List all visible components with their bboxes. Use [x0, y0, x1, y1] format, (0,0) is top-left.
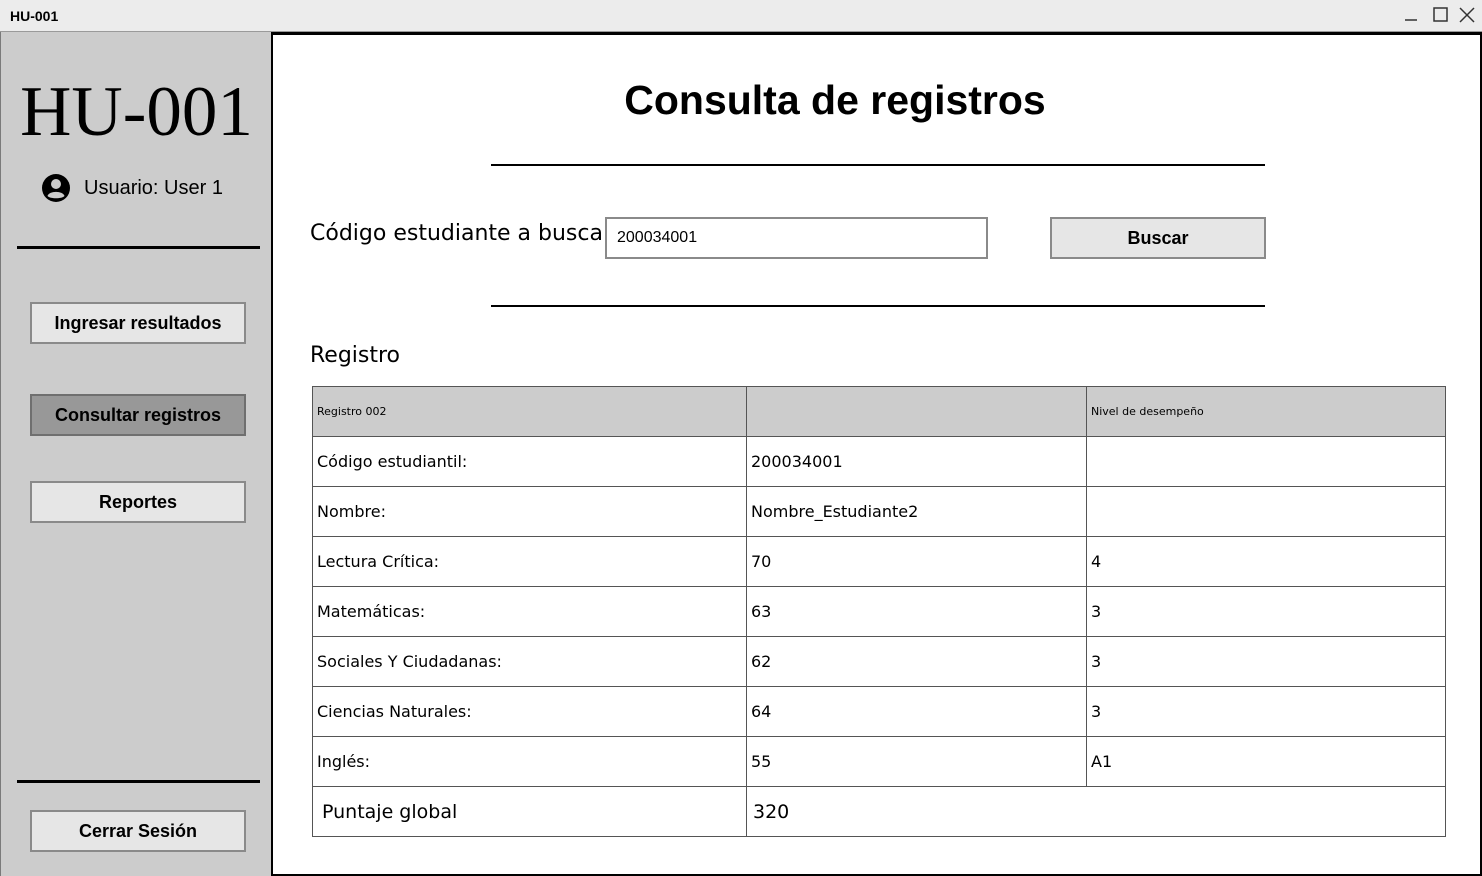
- page-title: Consulta de registros: [624, 77, 1046, 123]
- table-row: Nombre: Nombre_Estudiante2: [312, 486, 1446, 537]
- row-level: [1086, 486, 1446, 537]
- row-level: 3: [1086, 636, 1446, 687]
- search-label: Código estudiante a buscar: [310, 221, 613, 246]
- user-info: Usuario: User 1: [41, 173, 223, 203]
- table-header-row: Registro 002 Nivel de desempeño: [312, 386, 1446, 437]
- row-score: 63: [746, 586, 1087, 637]
- table-row: Ciencias Naturales: 64 3: [312, 686, 1446, 737]
- logout-button[interactable]: Cerrar Sesión: [30, 810, 246, 852]
- row-level: 4: [1086, 536, 1446, 587]
- row-score: 70: [746, 536, 1087, 587]
- student-code-input[interactable]: [605, 217, 988, 259]
- row-score: 200034001: [746, 436, 1087, 487]
- divider-bottom: [491, 305, 1265, 307]
- table-row: Lectura Crítica: 70 4: [312, 536, 1446, 587]
- maximize-icon[interactable]: [1430, 5, 1450, 25]
- row-score: 64: [746, 686, 1087, 737]
- row-label: Sociales Y Ciudadanas:: [312, 636, 747, 687]
- table-header-cell: Registro 002: [312, 386, 747, 437]
- row-level: 3: [1086, 586, 1446, 637]
- table-header-cell: Nivel de desempeño: [1086, 386, 1446, 437]
- divider-top: [491, 164, 1265, 166]
- sidebar-divider-top: [17, 246, 260, 249]
- total-label: Puntaje global: [312, 786, 747, 837]
- row-score: 62: [746, 636, 1087, 687]
- table-header-cell: [746, 386, 1087, 437]
- user-label: Usuario: User 1: [84, 176, 223, 199]
- section-title: Registro: [310, 343, 401, 368]
- nav-ingresar-resultados-button[interactable]: Ingresar resultados: [30, 302, 246, 344]
- table-row: Inglés: 55 A1: [312, 736, 1446, 787]
- record-table: Registro 002 Nivel de desempeño Código e…: [312, 386, 1446, 837]
- row-level: A1: [1086, 736, 1446, 787]
- table-row: Sociales Y Ciudadanas: 62 3: [312, 636, 1446, 687]
- row-score: 55: [746, 736, 1087, 787]
- row-label: Lectura Crítica:: [312, 536, 747, 587]
- total-value: 320: [746, 786, 1446, 837]
- row-level: 3: [1086, 686, 1446, 737]
- sidebar-divider-bottom: [17, 780, 260, 783]
- main-panel: Consulta de registros Código estudiante …: [271, 32, 1482, 876]
- minimize-icon[interactable]: [1401, 5, 1421, 25]
- app-title: HU-001: [20, 73, 253, 151]
- window-titlebar: HU-001: [0, 0, 1482, 32]
- row-label: Matemáticas:: [312, 586, 747, 637]
- total-row: Puntaje global 320: [312, 786, 1446, 837]
- row-label: Código estudiantil:: [312, 436, 747, 487]
- sidebar: HU-001 Usuario: User 1 Ingresar resultad…: [0, 32, 271, 876]
- row-label: Nombre:: [312, 486, 747, 537]
- table-row: Código estudiantil: 200034001: [312, 436, 1446, 487]
- row-label: Ciencias Naturales:: [312, 686, 747, 737]
- nav-consultar-registros-button[interactable]: Consultar registros: [30, 394, 246, 436]
- search-button[interactable]: Buscar: [1050, 217, 1266, 259]
- close-icon[interactable]: [1457, 5, 1477, 25]
- window-title: HU-001: [10, 8, 59, 24]
- nav-reportes-button[interactable]: Reportes: [30, 481, 246, 523]
- user-circle-icon: [41, 173, 71, 203]
- row-level: [1086, 436, 1446, 487]
- row-label: Inglés:: [312, 736, 747, 787]
- row-score: Nombre_Estudiante2: [746, 486, 1087, 537]
- table-row: Matemáticas: 63 3: [312, 586, 1446, 637]
